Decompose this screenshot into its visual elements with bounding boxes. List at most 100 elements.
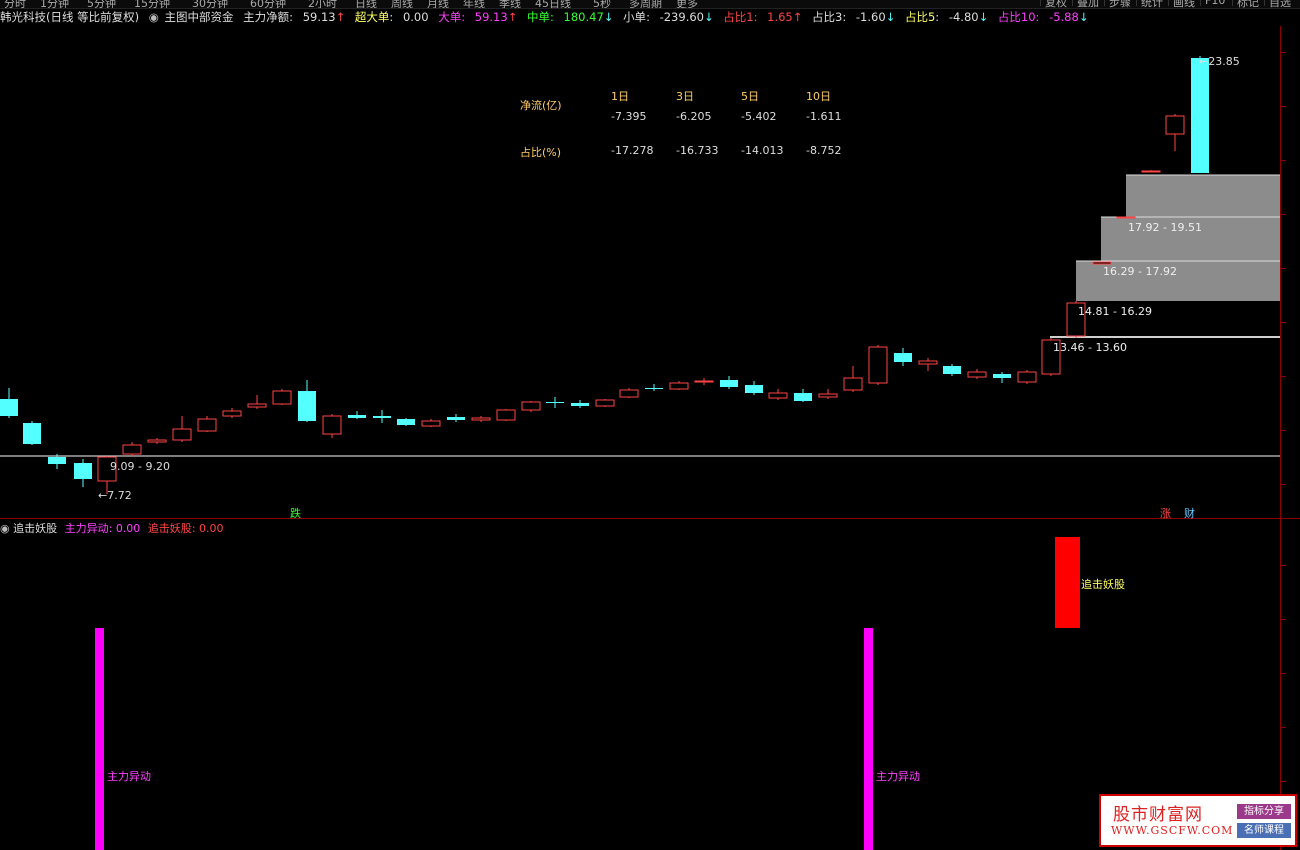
- period-tab[interactable]: 5秒: [593, 0, 611, 8]
- settings-icon[interactable]: ◉: [149, 10, 159, 24]
- main-force-bar: [864, 628, 873, 850]
- candle[interactable]: [720, 376, 738, 389]
- toolbar-button[interactable]: 画线: [1168, 0, 1199, 8]
- panel-divider[interactable]: [0, 518, 1300, 519]
- candle-body: [247, 403, 267, 408]
- candle[interactable]: [1141, 170, 1161, 173]
- axis-tick: [1280, 322, 1286, 323]
- candle[interactable]: [247, 395, 267, 409]
- period-tab[interactable]: 更多: [676, 0, 698, 8]
- toolbar-button[interactable]: 复权: [1040, 0, 1071, 8]
- candle[interactable]: [546, 397, 564, 408]
- period-tab[interactable]: 日线: [355, 0, 377, 8]
- candle[interactable]: [993, 372, 1011, 383]
- candle[interactable]: [1191, 56, 1209, 173]
- period-tab[interactable]: 30分钟: [192, 0, 228, 8]
- candle-body: [894, 353, 912, 362]
- period-toolbar: 分时 1分钟 5分钟 15分钟 30分钟 60分钟 2小时 日线 周线 月线 年线 季线 45日线 5秒 多…: [0, 0, 1300, 9]
- candle-body: [272, 390, 292, 405]
- period-tab[interactable]: 45日线: [535, 0, 571, 8]
- candle-body: [373, 416, 391, 418]
- zone-box-1: [1126, 175, 1280, 217]
- candle[interactable]: [322, 414, 342, 438]
- period-tab[interactable]: 2小时: [308, 0, 337, 8]
- candle[interactable]: [645, 384, 663, 391]
- candle[interactable]: [918, 358, 938, 371]
- candle[interactable]: [298, 380, 316, 422]
- candle[interactable]: [222, 408, 242, 418]
- period-tab[interactable]: 年线: [463, 0, 485, 8]
- candle-body: [1191, 58, 1209, 173]
- candle[interactable]: [818, 389, 838, 399]
- candle[interactable]: [694, 378, 714, 385]
- stock-title[interactable]: 韩光科技(日线 等比前复权): [0, 10, 139, 24]
- candle[interactable]: [122, 442, 142, 456]
- candle[interactable]: [943, 364, 961, 376]
- toolbar-button[interactable]: 叠加: [1072, 0, 1103, 8]
- candle[interactable]: [0, 388, 18, 418]
- candle-body: [571, 403, 589, 406]
- candle[interactable]: [23, 421, 41, 445]
- candle[interactable]: [1116, 216, 1136, 219]
- support-label: 9.09 - 9.20: [110, 460, 170, 473]
- super-label: 超大单: [354, 10, 390, 24]
- axis-tick: [1280, 781, 1286, 782]
- period-tab[interactable]: 周线: [391, 0, 413, 8]
- candle[interactable]: [172, 416, 192, 442]
- candle[interactable]: [197, 416, 217, 432]
- candlestick-chart[interactable]: [0, 26, 1280, 518]
- axis-tick: [1280, 214, 1286, 215]
- zone-label-3: 14.81 - 16.29: [1078, 305, 1152, 318]
- candle-body: [147, 439, 167, 443]
- candle[interactable]: [1017, 370, 1037, 384]
- sub-settings-icon[interactable]: ◉: [0, 522, 10, 535]
- period-tab[interactable]: 季线: [499, 0, 521, 8]
- candle[interactable]: [447, 414, 465, 422]
- candle[interactable]: [894, 348, 912, 366]
- candle[interactable]: [373, 410, 391, 423]
- candle[interactable]: [595, 399, 615, 407]
- candle[interactable]: [521, 401, 541, 412]
- candle[interactable]: [348, 411, 366, 419]
- candle[interactable]: [868, 345, 888, 385]
- toolbar-button[interactable]: 步骤: [1104, 0, 1135, 8]
- candle[interactable]: [794, 389, 812, 402]
- period-tab[interactable]: 60分钟: [250, 0, 286, 8]
- period-tab[interactable]: 15分钟: [134, 0, 170, 8]
- logo-tag-2: 名师课程: [1237, 823, 1291, 838]
- period-tab[interactable]: 多周期: [629, 0, 662, 8]
- chase-signal-bar: [1055, 537, 1080, 628]
- candle[interactable]: [421, 419, 441, 427]
- candle[interactable]: [471, 416, 491, 422]
- candle[interactable]: [1092, 261, 1112, 265]
- toolbar-button[interactable]: F10: [1200, 0, 1229, 7]
- candle[interactable]: [74, 459, 92, 487]
- candle-body: [967, 371, 987, 378]
- axis-tick: [1280, 268, 1286, 269]
- candle[interactable]: [843, 366, 863, 392]
- candle[interactable]: [496, 409, 516, 421]
- period-tab[interactable]: 5分钟: [87, 0, 116, 8]
- period-tab[interactable]: 月线: [427, 0, 449, 8]
- mid-label: 中单: [526, 10, 550, 24]
- candle[interactable]: [397, 418, 415, 426]
- toolbar-button[interactable]: 统计: [1136, 0, 1167, 8]
- candle[interactable]: [1165, 114, 1185, 151]
- candle[interactable]: [669, 381, 689, 390]
- candle[interactable]: [768, 389, 788, 400]
- candle[interactable]: [619, 388, 639, 398]
- candle[interactable]: [745, 381, 763, 395]
- candle[interactable]: [147, 438, 167, 444]
- watermark-logo: 股市财富网 WWW.GSCFW.COM 指标分享 名师课程: [1099, 794, 1297, 847]
- indicator-name[interactable]: 主图中部资金: [165, 10, 234, 24]
- period-tab[interactable]: 分时: [4, 0, 26, 8]
- toolbar-button[interactable]: 自选: [1264, 0, 1295, 8]
- candle-body: [768, 392, 788, 399]
- candle[interactable]: [571, 400, 589, 408]
- period-tab[interactable]: 1分钟: [40, 0, 69, 8]
- candle[interactable]: [967, 369, 987, 379]
- big-value: 59.13: [474, 10, 508, 24]
- sub-panel-title[interactable]: 追击妖股: [13, 522, 57, 535]
- candle[interactable]: [272, 389, 292, 405]
- toolbar-button[interactable]: 标记: [1232, 0, 1263, 8]
